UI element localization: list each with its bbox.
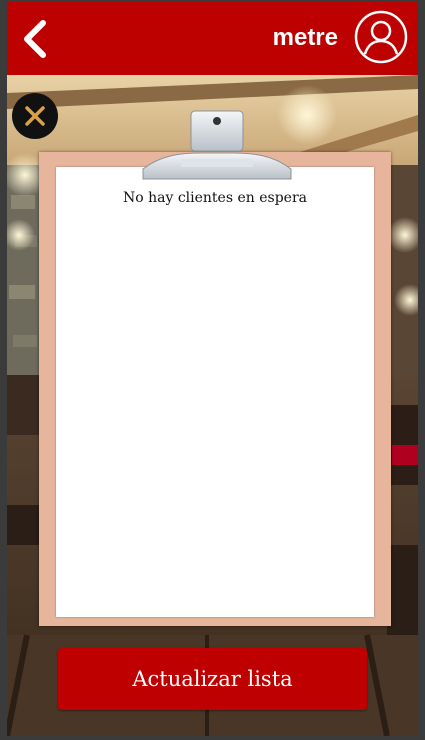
page-title: metre: [272, 24, 338, 51]
back-button[interactable]: [17, 18, 57, 60]
chevron-left-icon: [24, 20, 46, 58]
empty-waitlist-message: No hay clientes en espera: [122, 190, 307, 206]
waitlist-paper: No hay clientes en espera: [56, 167, 374, 617]
clipboard-clip-icon: [142, 110, 292, 180]
refresh-list-button[interactable]: Actualizar lista: [58, 648, 367, 710]
app-header: metre: [7, 2, 418, 75]
close-icon: [25, 106, 45, 126]
app-screen: metre No hay clientes en espera Actualiz…: [7, 2, 418, 736]
user-avatar-icon: [354, 10, 408, 64]
close-button[interactable]: [12, 93, 58, 139]
device-frame: metre No hay clientes en espera Actualiz…: [0, 0, 425, 740]
user-avatar-button[interactable]: [354, 10, 408, 64]
clipboard: No hay clientes en espera: [39, 152, 391, 626]
